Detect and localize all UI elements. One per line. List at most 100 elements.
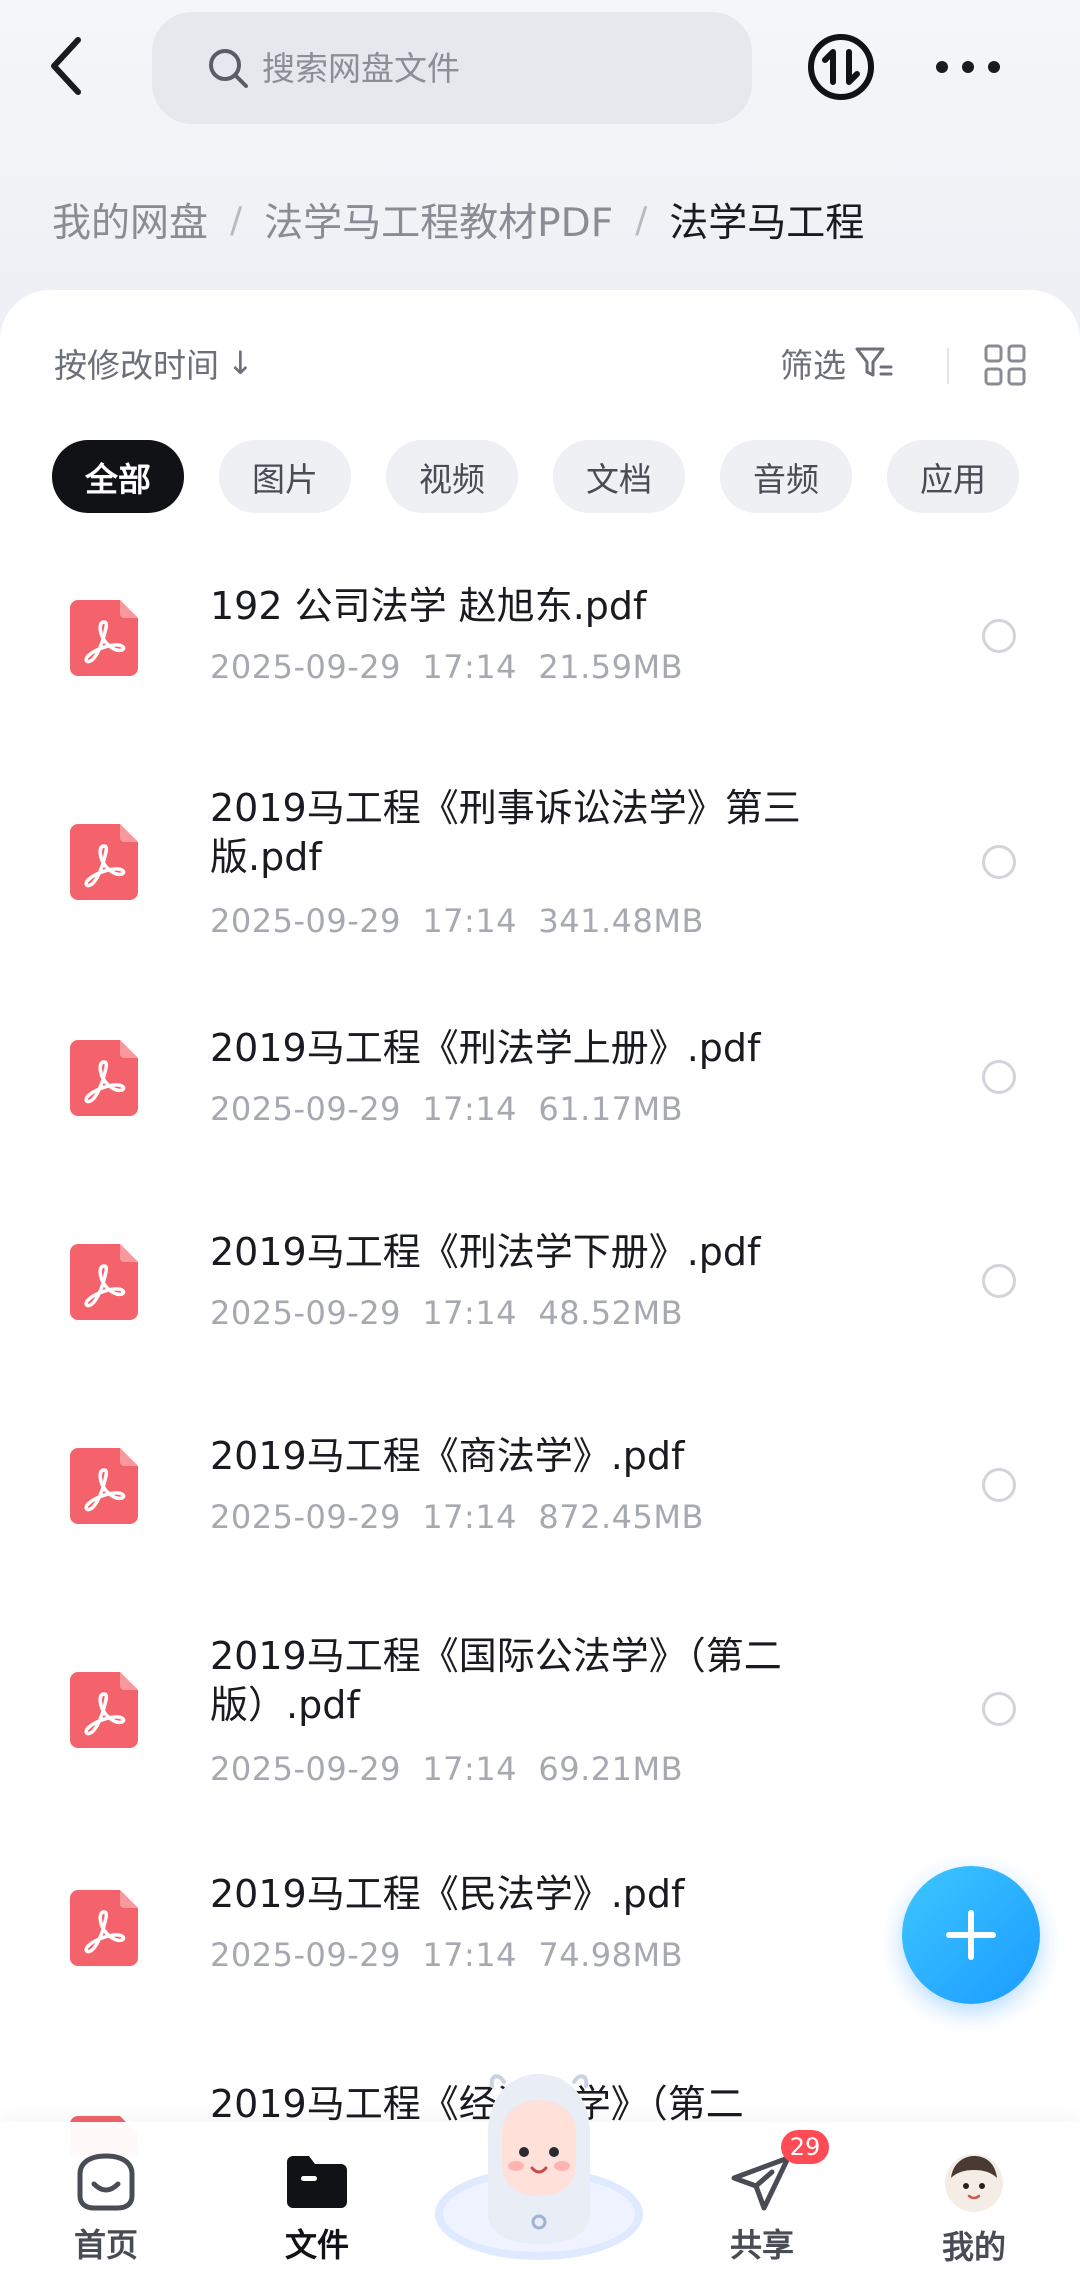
breadcrumb-root[interactable]: 我的网盘	[52, 192, 208, 248]
file-size: 21.59MB	[538, 648, 684, 686]
file-time: 17:14	[422, 648, 518, 686]
file-time: 17:14	[422, 1090, 518, 1128]
file-meta: 2025-09-29 17:14 872.45MB	[210, 1498, 704, 1536]
select-checkbox[interactable]	[982, 845, 1016, 879]
paper-plane-icon	[731, 2155, 791, 2211]
breadcrumb-separator: /	[635, 199, 648, 241]
file-size: 48.52MB	[538, 1294, 684, 1332]
file-size: 61.17MB	[538, 1090, 684, 1128]
file-name: 2019马工程《刑事诉讼法学》第三版.pdf	[210, 786, 801, 879]
file-date: 2025-09-29	[210, 648, 401, 686]
select-checkbox[interactable]	[982, 1264, 1016, 1298]
file-time: 17:14	[422, 1498, 518, 1536]
tab-videos[interactable]: 视频	[386, 440, 518, 513]
transfer-button[interactable]	[806, 32, 876, 102]
pdf-file-icon	[70, 1890, 138, 1966]
share-badge: 29	[781, 2130, 829, 2164]
file-row[interactable]: 2019马工程《国际公法学》（第二版）.pdf 2025-09-29 17:14…	[0, 1632, 1080, 1832]
file-row[interactable]: 2019马工程《刑事诉讼法学》第三版.pdf 2025-09-29 17:14 …	[0, 780, 1080, 990]
tab-images[interactable]: 图片	[219, 440, 351, 513]
file-name: 2019马工程《民法学》.pdf	[210, 1872, 685, 1916]
file-time: 17:14	[422, 1936, 518, 1974]
search-icon	[209, 49, 248, 88]
nav-me-label: 我的	[941, 2228, 1006, 2266]
breadcrumb-current: 法学马工程	[669, 201, 865, 246]
more-dot	[988, 61, 1000, 73]
chevron-left-icon	[51, 37, 81, 95]
file-date: 2025-09-29	[210, 1090, 401, 1128]
tab-apps[interactable]: 应用	[887, 440, 1019, 513]
file-date: 2025-09-29	[210, 1936, 401, 1974]
nav-home-label: 首页	[73, 2226, 138, 2264]
select-checkbox[interactable]	[982, 619, 1016, 653]
file-date: 2025-09-29	[210, 1498, 401, 1536]
filter-icon	[855, 347, 893, 377]
file-size: 872.45MB	[538, 1498, 704, 1536]
file-meta: 2025-09-29 17:14 48.52MB	[210, 1294, 683, 1332]
search-bar[interactable]	[152, 12, 752, 124]
file-name: 2019马工程《刑法学上册》.pdf	[210, 1026, 761, 1070]
breadcrumb-parent[interactable]: 法学马工程教材PDF	[264, 192, 613, 248]
filter-label: 筛选	[780, 346, 846, 385]
plus-icon	[946, 1910, 996, 1960]
select-checkbox[interactable]	[982, 1692, 1016, 1726]
file-date: 2025-09-29	[210, 1294, 401, 1332]
file-row[interactable]: 2019马工程《刑法学上册》.pdf 2025-09-29 17:14 61.1…	[0, 1020, 1080, 1200]
more-dot	[962, 61, 974, 73]
sort-arrow-icon: ↓	[227, 344, 254, 382]
file-time: 17:14	[422, 1750, 518, 1788]
sort-button[interactable]: 按修改时间 ↓	[54, 338, 254, 388]
file-size: 69.21MB	[538, 1750, 684, 1788]
sort-label: 按修改时间	[54, 346, 219, 385]
category-tabs: 全部 图片 视频 文档 音频 应用	[52, 440, 1019, 513]
mascot-assistant-button[interactable]	[432, 2064, 646, 2264]
file-meta: 2025-09-29 17:14 69.21MB	[210, 1750, 683, 1788]
file-name: 2019马工程《商法学》.pdf	[210, 1434, 685, 1478]
file-name: 2019马工程《国际公法学》（第二版）.pdf	[210, 1634, 782, 1727]
file-meta: 2025-09-29 17:14 21.59MB	[210, 648, 683, 686]
search-input[interactable]	[262, 48, 702, 88]
file-time: 17:14	[422, 902, 518, 940]
breadcrumb: 我的网盘 / 法学马工程教材PDF / 法学马工程	[52, 190, 864, 250]
file-date: 2025-09-29	[210, 1750, 401, 1788]
pdf-file-icon	[70, 1244, 138, 1320]
more-button[interactable]	[936, 42, 1000, 92]
nav-me[interactable]: 我的	[914, 2152, 1034, 2268]
filter-button[interactable]: 筛选	[780, 338, 894, 388]
back-button[interactable]	[40, 30, 92, 102]
file-size: 341.48MB	[538, 902, 704, 940]
pdf-file-icon	[70, 600, 138, 676]
nav-share[interactable]: 共享	[702, 2152, 822, 2266]
select-checkbox[interactable]	[982, 1060, 1016, 1094]
toolbar-divider	[947, 348, 949, 384]
pdf-file-icon	[70, 1448, 138, 1524]
nav-files[interactable]: 文件	[257, 2152, 377, 2266]
top-bar	[0, 0, 1080, 140]
file-row[interactable]: 2019马工程《商法学》.pdf 2025-09-29 17:14 872.45…	[0, 1428, 1080, 1608]
transfer-icon	[808, 34, 874, 100]
nav-files-label: 文件	[284, 2226, 349, 2264]
file-meta: 2025-09-29 17:14 341.48MB	[210, 902, 704, 940]
avatar	[945, 2154, 1003, 2212]
file-name: 2019马工程《刑法学下册》.pdf	[210, 1230, 761, 1274]
tab-documents[interactable]: 文档	[553, 440, 685, 513]
grid-view-button[interactable]	[984, 344, 1026, 386]
folder-icon	[287, 2156, 347, 2208]
breadcrumb-separator: /	[230, 199, 243, 241]
file-date: 2025-09-29	[210, 902, 401, 940]
file-row[interactable]: 192 公司法学 赵旭东.pdf 2025-09-29 17:14 21.59M…	[0, 570, 1080, 770]
grid-view-icon	[984, 344, 1026, 386]
file-meta: 2025-09-29 17:14 61.17MB	[210, 1090, 683, 1128]
tab-all[interactable]: 全部	[52, 440, 184, 513]
file-row[interactable]: 2019马工程《刑法学下册》.pdf 2025-09-29 17:14 48.5…	[0, 1224, 1080, 1404]
pdf-file-icon	[70, 1040, 138, 1116]
nav-home[interactable]: 首页	[46, 2152, 166, 2266]
home-icon	[77, 2153, 135, 2211]
more-dot	[936, 61, 948, 73]
select-checkbox[interactable]	[982, 1468, 1016, 1502]
tab-audio[interactable]: 音频	[720, 440, 852, 513]
file-name: 192 公司法学 赵旭东.pdf	[210, 584, 647, 628]
add-button[interactable]	[902, 1866, 1040, 2004]
file-meta: 2025-09-29 17:14 74.98MB	[210, 1936, 683, 1974]
nav-share-label: 共享	[729, 2226, 794, 2264]
